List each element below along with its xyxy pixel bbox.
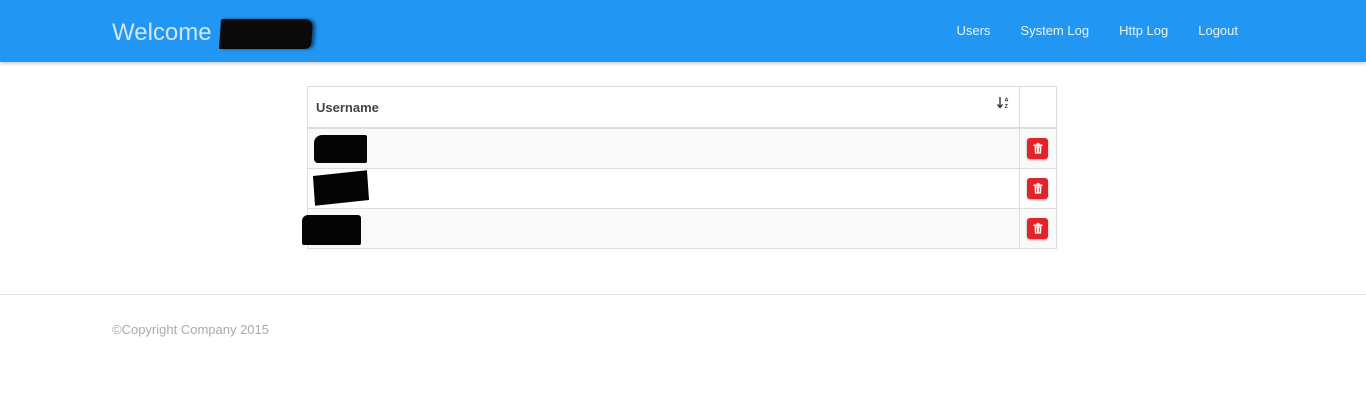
redacted-username <box>314 135 367 163</box>
table-row <box>308 167 1056 208</box>
footer-copyright: ©Copyright Company 2015 <box>112 322 269 337</box>
nav-http-log-link[interactable]: Http Log <box>1119 22 1168 40</box>
username-cell <box>302 207 1019 248</box>
trash-icon <box>1033 142 1043 154</box>
action-cell <box>1018 127 1056 168</box>
table-row <box>302 207 1056 248</box>
top-navbar: Welcome Users System Log Http Log Logout <box>0 0 1366 62</box>
username-column-header[interactable]: Username A Z <box>308 87 1019 129</box>
trash-icon <box>1033 182 1043 194</box>
footer-divider <box>0 294 1366 295</box>
delete-user-button[interactable] <box>1027 137 1049 159</box>
action-cell <box>1018 207 1056 248</box>
svg-text:A: A <box>1004 98 1008 104</box>
nav-system-log-link[interactable]: System Log <box>1020 22 1089 40</box>
action-cell <box>1018 167 1056 208</box>
delete-user-button[interactable] <box>1027 217 1049 239</box>
brand-welcome-text: Welcome <box>112 19 212 46</box>
brand[interactable]: Welcome <box>112 17 313 49</box>
redacted-username <box>312 169 370 206</box>
table-header-row: Username A Z <box>308 87 1056 129</box>
actions-column-header <box>1018 87 1056 129</box>
username-cell <box>308 127 1019 168</box>
table-row <box>308 127 1056 168</box>
nav-logout-link[interactable]: Logout <box>1198 22 1238 40</box>
sort-alpha-asc-icon[interactable]: A Z <box>996 96 1011 111</box>
trash-icon <box>1033 222 1043 234</box>
redacted-username <box>302 214 361 245</box>
redacted-username <box>218 19 313 49</box>
username-header-label: Username <box>316 99 379 115</box>
users-table: Username A Z <box>302 86 1057 249</box>
nav-users-link[interactable]: Users <box>956 22 990 40</box>
nav-menu: Users System Log Http Log Logout <box>926 22 1238 40</box>
username-cell <box>308 167 1019 208</box>
delete-user-button[interactable] <box>1027 177 1049 199</box>
svg-text:Z: Z <box>1004 104 1008 109</box>
